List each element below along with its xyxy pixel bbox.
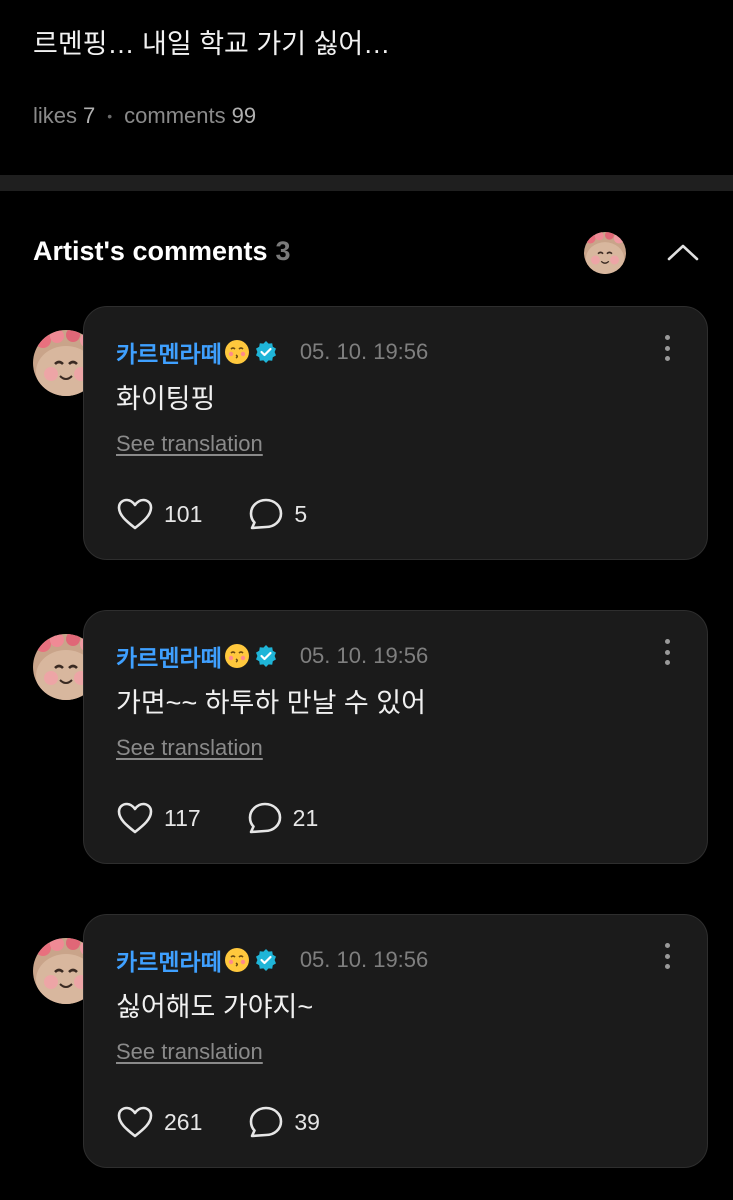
heart-icon: [117, 498, 153, 530]
reply-button[interactable]: 21: [247, 801, 319, 835]
comment-item: 카르멘라떼 05. 10. 19:56 화이팅핑 See translation…: [0, 306, 733, 562]
kissing-face-emoji-icon: [224, 643, 250, 669]
reply-count: 39: [294, 1108, 320, 1135]
comments-count: 99: [231, 103, 257, 128]
like-count: 117: [164, 804, 201, 831]
artist-avatar[interactable]: [584, 232, 626, 274]
see-translation-link[interactable]: See translation: [116, 1039, 263, 1065]
comment-actions: 101 5: [116, 497, 353, 531]
speech-bubble-icon: [248, 802, 281, 834]
comments-label: comments: [124, 103, 226, 128]
like-button[interactable]: 101: [116, 497, 202, 531]
comment-meta: 카르멘라떼 05. 10. 19:56: [116, 639, 428, 673]
comment-text: 가면~~ 하투하 만날 수 있어: [116, 688, 426, 718]
comment-timestamp: 05. 10. 19:56: [299, 339, 429, 364]
comment-item: 카르멘라떼 05. 10. 19:56 싫어해도 가야지~ See transl…: [0, 914, 733, 1170]
more-vertical-icon[interactable]: [657, 637, 677, 667]
artist-comments-title: Artist's comments 3: [33, 236, 291, 267]
chevron-up-icon: [667, 244, 699, 261]
heart-icon: [117, 1106, 153, 1138]
comment-timestamp: 05. 10. 19:56: [299, 947, 429, 972]
comment-text: 화이팅핑: [116, 384, 216, 414]
comment-card: 카르멘라떼 05. 10. 19:56 가면~~ 하투하 만날 수 있어 See…: [83, 610, 708, 864]
likes-label: likes: [33, 103, 78, 128]
like-count: 101: [164, 500, 203, 527]
collapse-button[interactable]: [664, 236, 702, 268]
heart-icon: [117, 802, 153, 834]
artist-comments-label: Artist's comments: [33, 236, 268, 266]
see-translation-link[interactable]: See translation: [116, 431, 263, 457]
more-vertical-icon[interactable]: [657, 941, 677, 971]
comment-card: 카르멘라떼 05. 10. 19:56 싫어해도 가야지~ See transl…: [83, 914, 708, 1168]
author-name[interactable]: 카르멘라떼: [116, 335, 222, 369]
comment-text: 싫어해도 가야지~: [116, 992, 314, 1022]
reply-button[interactable]: 5: [248, 497, 307, 531]
comment-meta: 카르멘라떼 05. 10. 19:56: [116, 943, 428, 977]
kissing-face-emoji-icon: [224, 339, 250, 365]
post-stats: likes 7 • comments 99: [33, 103, 256, 129]
likes-count: 7: [83, 103, 96, 128]
like-button[interactable]: 261: [116, 1105, 202, 1139]
comment-actions: 261 39: [116, 1105, 366, 1139]
comment-item: 카르멘라떼 05. 10. 19:56 가면~~ 하투하 만날 수 있어 See…: [0, 610, 733, 866]
verified-badge-icon: [254, 948, 278, 972]
comment-timestamp: 05. 10. 19:56: [299, 643, 429, 668]
author-name[interactable]: 카르멘라떼: [116, 639, 222, 673]
section-divider: [0, 175, 733, 191]
speech-bubble-icon: [250, 1106, 283, 1138]
verified-badge-icon: [254, 340, 278, 364]
reply-button[interactable]: 39: [248, 1105, 320, 1139]
comment-card: 카르멘라떼 05. 10. 19:56 화이팅핑 See translation…: [83, 306, 708, 560]
comment-meta: 카르멘라떼 05. 10. 19:56: [116, 335, 428, 369]
comment-actions: 117 21: [116, 801, 364, 835]
verified-badge-icon: [254, 644, 278, 668]
post-text: 르멘핑… 내일 학교 가기 싫어…: [33, 29, 391, 59]
author-name[interactable]: 카르멘라떼: [116, 943, 222, 977]
kissing-face-emoji-icon: [224, 947, 250, 973]
see-translation-link[interactable]: See translation: [116, 735, 263, 761]
separator-dot: •: [107, 108, 113, 124]
reply-count: 21: [292, 804, 319, 831]
reply-count: 5: [294, 500, 308, 527]
speech-bubble-icon: [250, 498, 283, 530]
like-button[interactable]: 117: [116, 801, 201, 835]
artist-comments-count: 3: [275, 236, 291, 266]
more-vertical-icon[interactable]: [657, 333, 677, 363]
like-count: 261: [164, 1108, 203, 1135]
